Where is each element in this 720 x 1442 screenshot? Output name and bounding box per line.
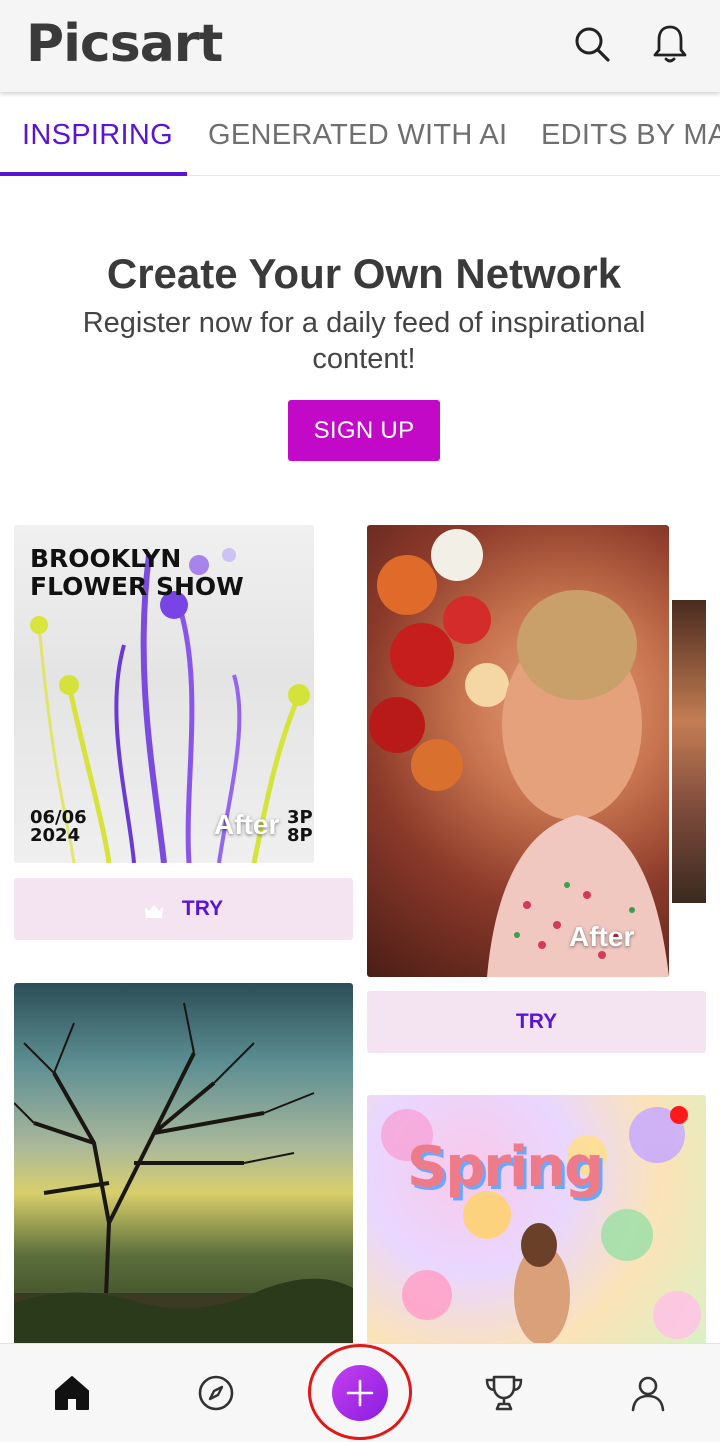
feed-image-portrait-flowers[interactable]: After [367,525,669,977]
tab-edits-by[interactable]: EDITS BY MA [541,94,720,175]
after-label: After [214,809,280,840]
poster-title-line1: BROOKLYN [30,544,182,573]
tab-generated-with-ai[interactable]: GENERATED WITH AI [208,94,507,175]
active-tab-indicator [0,172,187,176]
highlight-ring [308,1344,412,1440]
after-label: After [569,921,635,952]
promo-title: Create Your Own Network [106,250,622,297]
poster-title-line2: FLOWER SHOW [30,572,244,601]
profile-icon[interactable] [624,1369,672,1417]
signup-button[interactable]: SIGN UP [288,400,440,461]
spring-illustration [381,1106,701,1345]
poster-time: 3P 8P [287,809,313,845]
compass-icon[interactable] [192,1369,240,1417]
portrait-illustration [369,529,669,977]
home-icon[interactable] [48,1369,96,1417]
poster-time-line2: 8P [287,825,313,846]
poster-date-line2: 2024 [30,825,81,846]
try-button[interactable]: TRY [14,878,353,940]
spring-sticker: Spring [407,1135,604,1200]
poster-title: BROOKLYN FLOWER SHOW [30,545,244,601]
promo-subtitle: Register now for a daily feed of inspira… [82,307,646,375]
try-label: TRY [515,1010,558,1033]
feed-image-spring[interactable]: Spring [367,1095,706,1345]
bell-icon[interactable] [648,22,692,66]
top-app-bar: Picsart [0,0,720,92]
feed-image-partial[interactable] [672,600,706,903]
crown-icon [144,901,164,918]
tree-illustration [14,1002,353,1345]
feed-image-tree-landscape[interactable] [14,983,353,1345]
feed-tabs: INSPIRING GENERATED WITH AI EDITS BY MA [0,94,720,176]
try-button[interactable]: TRY [367,991,706,1053]
feed-image-flower-show[interactable]: BROOKLYN FLOWER SHOW 06/06 2024 3P 8P Af… [14,525,314,863]
app-logo: Picsart [26,14,223,74]
try-label: TRY [181,897,224,920]
search-icon[interactable] [570,22,614,66]
trophy-icon[interactable] [480,1369,528,1417]
tab-inspiring[interactable]: INSPIRING [22,94,173,175]
poster-date: 06/06 2024 [30,809,87,845]
